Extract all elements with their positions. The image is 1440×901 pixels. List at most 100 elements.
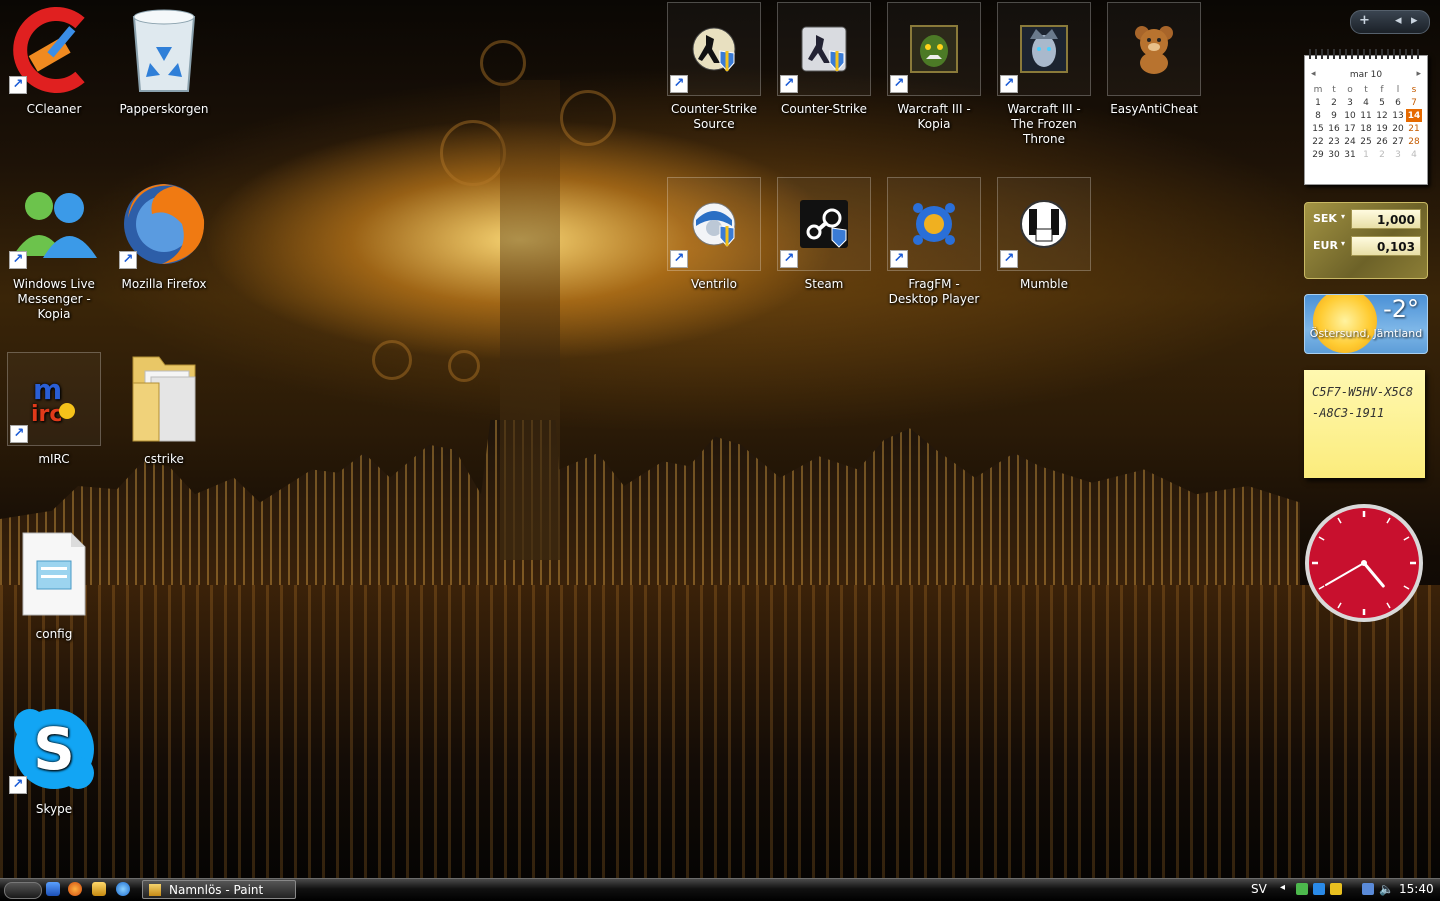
desktop-icon-messenger[interactable]: ↗ Windows Live Messenger - Kopia xyxy=(6,177,102,345)
calendar-day[interactable]: 30 xyxy=(1326,148,1342,161)
taskbar-clock[interactable]: 15:40 xyxy=(1399,882,1434,896)
desktop-icon-firefox[interactable]: ↗ Mozilla Firefox xyxy=(116,177,212,345)
taskbar-window-paint[interactable]: Namnlös - Paint xyxy=(142,880,296,899)
calendar-day[interactable]: 13 xyxy=(1390,109,1406,122)
sunny-weather-icon xyxy=(1313,295,1377,353)
counter-strike-source-icon xyxy=(692,27,736,72)
calendar-day[interactable]: 16 xyxy=(1326,122,1342,135)
calendar-day[interactable]: 20 xyxy=(1390,122,1406,135)
calendar-day[interactable]: 11 xyxy=(1358,109,1374,122)
calendar-day[interactable]: 25 xyxy=(1358,135,1374,148)
icon-label: Mozilla Firefox xyxy=(121,277,207,291)
desktop-icon-mirc[interactable]: m irc ↗ mIRC xyxy=(6,352,102,520)
desktop-icon-skype[interactable]: S ↗ Skype xyxy=(6,702,102,870)
desktop-icon-counter-strike-source[interactable]: ↗ Counter-Strike Source xyxy=(666,2,762,170)
desktop-icon-steam[interactable]: ↗ Steam xyxy=(776,177,872,345)
calendar-day[interactable]: 2 xyxy=(1374,148,1390,161)
language-indicator[interactable]: SV xyxy=(1251,882,1267,896)
weather-gadget[interactable]: -2° Östersund, Jämtland xyxy=(1304,294,1428,354)
calendar-day[interactable]: 26 xyxy=(1374,135,1390,148)
ventrilo-icon xyxy=(692,202,736,247)
calendar-day[interactable]: 1 xyxy=(1310,96,1326,109)
add-gadget-button[interactable]: + xyxy=(1359,13,1370,28)
calendar-day[interactable]: 21 xyxy=(1406,122,1422,135)
tray-expand-icon[interactable]: ◂ xyxy=(1280,882,1285,893)
calendar-spiral xyxy=(1309,49,1423,59)
currency-gadget[interactable]: SEK ▾ 1,000 EUR ▾ 0,103 xyxy=(1304,202,1428,279)
network-tray-icon[interactable] xyxy=(1313,883,1325,895)
calendar-prev-icon[interactable]: ◂ xyxy=(1311,69,1316,79)
folder-icon xyxy=(132,356,196,442)
calendar-day[interactable]: 4 xyxy=(1406,148,1422,161)
calendar-day[interactable]: 31 xyxy=(1342,148,1358,161)
calendar-day[interactable]: 3 xyxy=(1390,148,1406,161)
calendar-day[interactable]: 19 xyxy=(1374,122,1390,135)
calendar-day[interactable]: 12 xyxy=(1374,109,1390,122)
calendar-day[interactable]: 22 xyxy=(1310,135,1326,148)
svg-text:irc: irc xyxy=(31,402,62,425)
icon-label: config xyxy=(35,627,73,641)
calendar-day[interactable]: 7 xyxy=(1406,96,1422,109)
display-tray-icon[interactable] xyxy=(1362,883,1374,895)
desktop-icon-config[interactable]: config xyxy=(6,527,102,695)
start-button[interactable] xyxy=(4,882,42,899)
calendar-day[interactable]: 3 xyxy=(1342,96,1358,109)
shortcut-arrow-icon: ↗ xyxy=(780,75,798,93)
currency-value-input[interactable]: 0,103 xyxy=(1351,236,1421,256)
desktop-icon-warcraft-3-kopia[interactable]: ↗ Warcraft III - Kopia xyxy=(886,2,982,170)
wallpaper-swirl xyxy=(560,90,616,146)
desktop-icon-warcraft-3-frozen-throne[interactable]: ↗ Warcraft III - The Frozen Throne xyxy=(996,2,1092,170)
calendar-day[interactable]: 10 xyxy=(1342,109,1358,122)
show-desktop-icon[interactable] xyxy=(46,882,60,896)
calendar-next-icon[interactable]: ▸ xyxy=(1416,69,1421,79)
sticky-note-text[interactable]: C5F7-W5HV-X5C8-A8C3-1911 xyxy=(1312,385,1413,420)
currency-value-input[interactable]: 1,000 xyxy=(1351,209,1421,229)
desktop-icon-easyanticheat[interactable]: EasyAntiCheat xyxy=(1106,2,1202,170)
calendar-day[interactable]: 1 xyxy=(1358,148,1374,161)
calendar-day[interactable]: 18 xyxy=(1358,122,1374,135)
calendar-day-today[interactable]: 14 xyxy=(1406,109,1422,122)
security-tray-icon[interactable] xyxy=(1330,883,1342,895)
desktop-icon-ventrilo[interactable]: ↗ Ventrilo xyxy=(666,177,762,345)
shortcut-arrow-icon: ↗ xyxy=(670,250,688,268)
calendar-day[interactable]: 23 xyxy=(1326,135,1342,148)
sticky-note-gadget[interactable]: C5F7-W5HV-X5C8-A8C3-1911 xyxy=(1304,370,1425,478)
clock-gadget[interactable] xyxy=(1303,502,1425,624)
currency-code: SEK xyxy=(1313,212,1337,225)
calendar-grid: m t o t f l s 1 2 3 4 5 6 7 8 9 10 11 12… xyxy=(1310,83,1422,161)
shortcut-arrow-icon: ↗ xyxy=(890,250,908,268)
currency-code: EUR xyxy=(1313,239,1338,252)
desktop-icon-cstrike-folder[interactable]: cstrike xyxy=(116,352,212,520)
internet-explorer-icon[interactable] xyxy=(116,882,130,896)
sidebar-next-button[interactable]: ▸ xyxy=(1411,13,1418,28)
calendar-day[interactable]: 15 xyxy=(1310,122,1326,135)
icon-label: Counter-Strike Source xyxy=(670,102,757,131)
icon-label: Steam xyxy=(804,277,844,291)
calendar-day[interactable]: 17 xyxy=(1342,122,1358,135)
calendar-day[interactable]: 8 xyxy=(1310,109,1326,122)
calendar-day[interactable]: 28 xyxy=(1406,135,1422,148)
calendar-day[interactable]: 5 xyxy=(1374,96,1390,109)
calendar-day[interactable]: 9 xyxy=(1326,109,1342,122)
desktop-icon-ccleaner[interactable]: ↗ CCleaner xyxy=(6,2,102,170)
volume-icon[interactable]: 🔈 xyxy=(1379,882,1394,896)
calendar-day[interactable]: 2 xyxy=(1326,96,1342,109)
wallpaper-water xyxy=(0,585,1440,880)
calendar-day[interactable]: 27 xyxy=(1390,135,1406,148)
calendar-day[interactable]: 24 xyxy=(1342,135,1358,148)
weekday-header: m xyxy=(1313,84,1323,95)
firefox-quicklaunch-icon[interactable] xyxy=(68,882,82,896)
messenger-tray-icon[interactable] xyxy=(1296,883,1308,895)
winamp-quicklaunch-icon[interactable] xyxy=(92,882,106,896)
currency-dropdown-icon[interactable]: ▾ xyxy=(1341,212,1345,221)
currency-dropdown-icon[interactable]: ▾ xyxy=(1341,239,1345,248)
desktop-icon-mumble[interactable]: ↗ Mumble xyxy=(996,177,1092,345)
calendar-day[interactable]: 29 xyxy=(1310,148,1326,161)
desktop-icon-fragfm[interactable]: ↗ FragFM - Desktop Player xyxy=(886,177,982,345)
calendar-day[interactable]: 6 xyxy=(1390,96,1406,109)
calendar-day[interactable]: 4 xyxy=(1358,96,1374,109)
desktop-icon-counter-strike[interactable]: ↗ Counter-Strike xyxy=(776,2,872,170)
desktop-icon-recycle-bin[interactable]: Papperskorgen xyxy=(116,2,212,170)
sidebar-prev-button[interactable]: ◂ xyxy=(1395,13,1402,28)
calendar-gadget[interactable]: ◂ ▸ mar 10 m t o t f l s 1 2 3 4 5 6 7 8… xyxy=(1304,49,1428,185)
